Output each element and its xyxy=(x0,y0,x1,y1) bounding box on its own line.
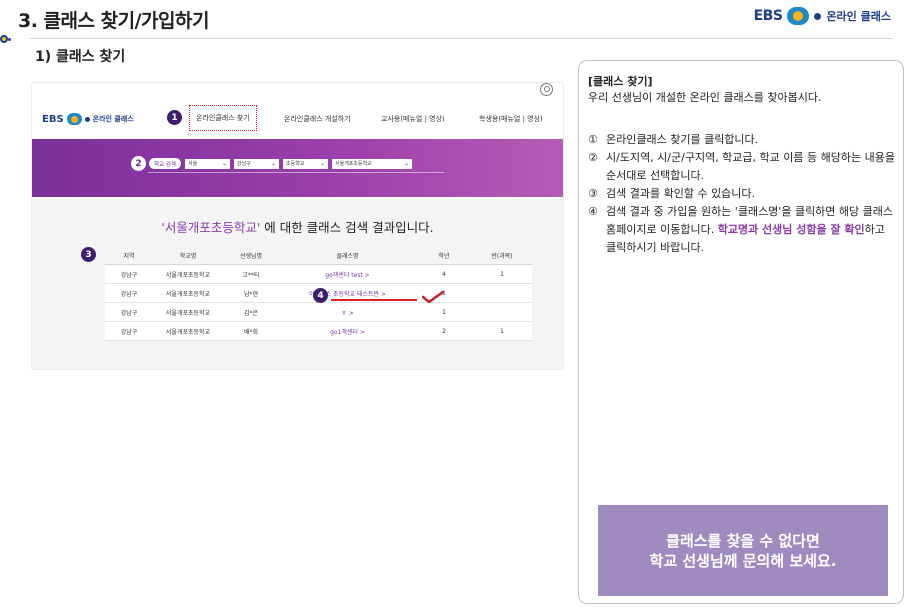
step-highlight: 학교명과 선생님 성함을 잘 확인 xyxy=(717,223,865,236)
highlight-underline xyxy=(331,299,417,301)
result-table: 지역 학교명 선생님명 클래스명 학년 반(과목) 강남구 서울개포초등학교 고… xyxy=(105,246,532,341)
brand-ebs-text: EBS xyxy=(753,8,783,24)
school-search-button[interactable]: 학교 검색 xyxy=(149,158,181,169)
cell-school: 서울개포초등학교 xyxy=(165,271,211,279)
cell-teacher: 고**터 xyxy=(242,271,260,279)
school-level-select[interactable]: 초등학교 ⌄ xyxy=(283,158,328,169)
nav-teacher-manual[interactable]: 교사용(매뉴얼 | 영상) xyxy=(381,114,445,124)
step-item: ① 온라인클래스 찾기를 클릭합니다. xyxy=(588,131,898,149)
table-header: 지역 학교명 선생님명 클래스명 학년 반(과목) xyxy=(105,246,532,265)
school-level-select-value: 초등학교 xyxy=(286,161,305,167)
cell-region: 강남구 xyxy=(120,290,138,298)
nav-find-class[interactable]: 온라인클래스 찾기 xyxy=(189,105,257,131)
brand-name: 온라인 클래스 xyxy=(826,10,891,23)
brand-dot-icon xyxy=(814,12,822,20)
col-ban: 반(과목) xyxy=(491,252,513,260)
city-select[interactable]: 서울 ⌄ xyxy=(185,158,230,169)
site-logo-name: 온라인 클래스 xyxy=(92,115,134,123)
class-link[interactable]: ㅎ > xyxy=(279,308,416,317)
brand-logo: EBS 온라인 클래스 xyxy=(754,7,891,25)
site-logo-dot-icon xyxy=(84,116,90,122)
school-name-select[interactable]: 서울개포초등학교 ⌄ xyxy=(332,158,412,169)
page-title: 3. 클래스 찾기/가입하기 xyxy=(18,10,209,32)
cell-region: 강남구 xyxy=(120,271,138,279)
col-school: 학교명 xyxy=(179,252,197,260)
instruction-panel: [클래스 찾기] 우리 선생님이 개설한 온라인 클래스를 찾아봅시다. ① 온… xyxy=(578,60,904,604)
cell-school: 서울개포초등학교 xyxy=(165,309,211,317)
step-list: ① 온라인클래스 찾기를 클릭합니다. ② 시/도지역, 시/군/구지역, 학교… xyxy=(588,131,898,257)
table-row: 강남구 서울개포초등학교 배*희 go1객센터 > 2 1 xyxy=(105,322,532,341)
step-badge-2: 2 xyxy=(131,156,146,171)
search-band: 2 학교 검색 서울 ⌄ 강남구 ⌄ 초등학교 ⌄ 서울개포초등학교 ⌄ xyxy=(32,139,563,197)
cell-teacher: 배*희 xyxy=(243,328,259,336)
class-search-screenshot: EBS 온라인 클래스 1 온라인클래스 찾기 온라인클래스 개설하기 교사용(… xyxy=(32,83,563,369)
class-link[interactable]: go1객센터 > xyxy=(279,327,416,336)
cell-grade: 2 xyxy=(442,327,446,335)
table-row: 강남구 서울개포초등학교 고**터 go객센터 test > 4 1 xyxy=(105,265,532,284)
notice-line-1: 클래스를 찾을 수 없다면 xyxy=(666,531,820,550)
result-heading: '서울개포초등학교' 에 대한 클래스 검색 결과입니다. xyxy=(32,217,563,236)
cell-grade: 4 xyxy=(442,270,446,278)
chevron-down-icon: ⌄ xyxy=(319,160,325,167)
cell-region: 강남구 xyxy=(120,309,138,317)
city-select-value: 서울 xyxy=(188,161,198,167)
step-number: ③ xyxy=(588,187,598,200)
col-teacher: 선생님명 xyxy=(239,252,263,260)
search-underline xyxy=(148,172,444,173)
site-logo-circle-icon xyxy=(66,113,82,125)
result-query: '서울개포초등학교' xyxy=(161,220,261,235)
class-link[interactable]: 이비에스 초등학교 테스트반 > xyxy=(279,289,416,298)
section-subtitle: 1) 클래스 찾기 xyxy=(35,49,126,65)
table-row: 강남구 서울개포초등학교 김*은 ㅎ > 1 xyxy=(105,303,532,322)
step-badge-3: 3 xyxy=(81,247,96,262)
step-number: ② xyxy=(588,151,598,164)
col-region: 지역 xyxy=(123,252,135,260)
user-icon[interactable] xyxy=(540,83,553,96)
cell-region: 강남구 xyxy=(120,328,138,336)
step-number: ④ xyxy=(588,205,598,218)
notice-line-2: 학교 선생님께 문의해 보세요. xyxy=(649,551,837,570)
step-item: ② 시/도지역, 시/군/구지역, 학교급, 학교 이름 등 해당하는 내용을 … xyxy=(588,149,898,185)
bullet-dot-icon xyxy=(0,34,12,44)
result-suffix: 에 대한 클래스 검색 결과입니다. xyxy=(260,220,434,235)
chevron-down-icon: ⌄ xyxy=(403,160,409,167)
step-number: ① xyxy=(588,133,598,146)
cell-school: 서울개포초등학교 xyxy=(165,290,211,298)
step-badge-1: 1 xyxy=(167,110,182,125)
step-item: ④ 검색 결과 중 가입을 원하는 '클래스명'을 클릭하면 해당 클래스 홈페… xyxy=(588,203,898,257)
step-text: 온라인클래스 찾기를 클릭합니다. xyxy=(606,133,759,146)
chevron-down-icon: ⌄ xyxy=(270,160,276,167)
chevron-down-icon: ⌄ xyxy=(221,160,227,167)
school-name-select-value: 서울개포초등학교 xyxy=(335,161,372,167)
district-select[interactable]: 강남구 ⌄ xyxy=(234,158,279,169)
title-divider xyxy=(30,38,893,39)
col-grade: 학년 xyxy=(438,252,450,260)
site-logo[interactable]: EBS 온라인 클래스 xyxy=(42,113,134,125)
class-link[interactable]: go객센터 test > xyxy=(279,270,416,279)
contact-teacher-notice: 클래스를 찾을 수 없다면 학교 선생님께 문의해 보세요. xyxy=(598,505,888,596)
cell-school: 서울개포초등학교 xyxy=(165,328,211,336)
cell-teacher: 김*은 xyxy=(243,309,259,317)
step-item: ③ 검색 결과를 확인할 수 있습니다. xyxy=(588,185,898,203)
site-logo-ebs: EBS xyxy=(42,113,64,125)
nav-student-manual[interactable]: 학생용(매뉴얼 | 영상) xyxy=(479,114,543,124)
step-text: 검색 결과를 확인할 수 있습니다. xyxy=(606,187,756,200)
col-class: 클래스명 xyxy=(336,252,359,260)
search-controls: 학교 검색 서울 ⌄ 강남구 ⌄ 초등학교 ⌄ 서울개포초등학교 ⌄ xyxy=(149,158,412,169)
brand-circle-icon xyxy=(787,7,810,25)
nav-open-class[interactable]: 온라인클래스 개설하기 xyxy=(284,114,351,124)
step-badge-4: 4 xyxy=(313,288,328,303)
cell-ban: 1 xyxy=(500,270,504,278)
step-text: 검색 결과 중 가입을 원하는 '클래스명'을 클릭하면 해당 클래스 홈페이지… xyxy=(606,203,898,257)
panel-heading: [클래스 찾기] xyxy=(588,75,653,88)
cell-grade: 1 xyxy=(442,308,446,316)
checkmark-icon xyxy=(422,291,444,303)
cell-teacher: 남*현 xyxy=(243,290,259,298)
district-select-value: 강남구 xyxy=(237,161,251,167)
step-text: 시/도지역, 시/군/구지역, 학교급, 학교 이름 등 해당하는 내용을 순서… xyxy=(606,151,895,182)
site-nav: EBS 온라인 클래스 1 온라인클래스 찾기 온라인클래스 개설하기 교사용(… xyxy=(32,105,563,135)
cell-ban: 1 xyxy=(500,327,504,335)
panel-intro: 우리 선생님이 개설한 온라인 클래스를 찾아봅시다. xyxy=(588,91,822,104)
